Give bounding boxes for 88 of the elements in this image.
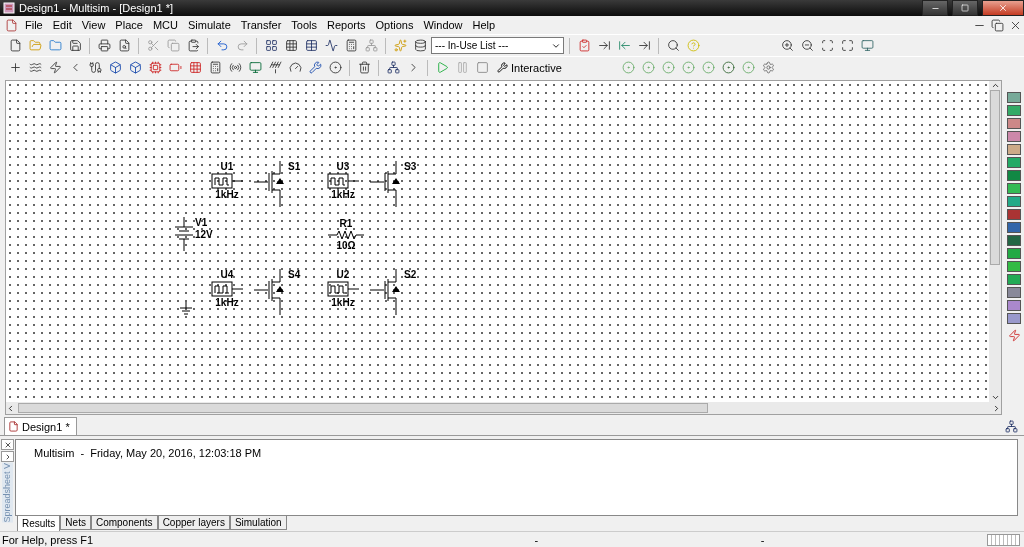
window-title: Design1 - Multisim - [Design1 *] <box>19 2 175 14</box>
pulse-source-symbol <box>211 281 243 297</box>
instrument-icon[interactable] <box>1007 313 1021 324</box>
spreadsheet-tab[interactable]: Components <box>90 516 158 530</box>
pulse-source-symbol <box>327 173 359 189</box>
menu-item[interactable]: Options <box>370 18 419 32</box>
instrument-icon[interactable] <box>1007 183 1021 194</box>
horizontal-scrollbar[interactable] <box>6 402 1001 414</box>
part-value: 1kHz <box>331 297 355 309</box>
pulse-source-symbol <box>327 281 359 297</box>
part-value: 10Ω <box>336 240 356 252</box>
scroll-down-icon[interactable] <box>990 393 1000 402</box>
part-reference: V1 <box>195 217 209 229</box>
menu-item[interactable]: Tools <box>286 18 322 32</box>
instrument-icon[interactable] <box>1007 157 1021 168</box>
scroll-right-icon[interactable] <box>992 403 1001 413</box>
part-reference: U3 <box>336 161 350 173</box>
battery-symbol <box>173 217 195 251</box>
instrument-icon[interactable] <box>1007 287 1021 298</box>
spreadsheet-tab[interactable]: Simulation <box>229 516 287 530</box>
menu-item[interactable]: Edit <box>47 18 77 32</box>
cpu-icon[interactable] <box>146 58 164 77</box>
progress-indicator <box>987 533 1020 546</box>
spreadsheet-tab[interactable]: Copper layers <box>157 516 230 530</box>
part-reference: U4 <box>220 269 234 281</box>
status-field: - <box>534 533 761 546</box>
maximize-icon <box>961 4 969 12</box>
wrench-icon[interactable] <box>306 58 324 77</box>
instrument-icon[interactable] <box>1007 261 1021 272</box>
output-message: Multisim - Friday, May 20, 2016, 12:03:18 PM <box>34 447 262 459</box>
close-icon <box>998 3 1008 13</box>
part-reference: S4 <box>288 269 301 281</box>
expand-button[interactable] <box>1 451 14 462</box>
part-value: 1kHz <box>215 297 239 309</box>
menu-item[interactable]: Simulate <box>182 18 236 32</box>
vertical-scrollbar[interactable] <box>989 81 1001 402</box>
part-value: 1kHz <box>215 189 239 201</box>
close-button[interactable] <box>1 439 14 450</box>
menu-item[interactable]: MCU <box>147 18 183 32</box>
instrument-icon[interactable] <box>1007 196 1021 207</box>
wrench-icon <box>497 62 508 73</box>
menu-item[interactable]: Help <box>467 18 501 32</box>
design-tab[interactable]: Design1 * <box>4 417 77 435</box>
instrument-icon[interactable] <box>1007 300 1021 311</box>
spreadsheet-view-label: Spreadsheet V <box>2 463 13 523</box>
menu-item[interactable]: Window <box>418 18 468 32</box>
pulse-source-symbol <box>211 173 243 189</box>
part-reference: S3 <box>404 161 417 173</box>
scroll-left-icon[interactable] <box>6 403 15 413</box>
printer-icon[interactable] <box>95 36 113 55</box>
instrument-icon[interactable] <box>1007 118 1021 129</box>
status-help-text: For Help, press F1 <box>1 533 95 546</box>
instrument-icon[interactable] <box>1007 248 1021 259</box>
resistor-symbol <box>328 230 364 240</box>
menu-item[interactable]: View <box>76 18 111 32</box>
instrument-icon[interactable] <box>1007 105 1021 116</box>
part-reference: U1 <box>220 161 234 173</box>
network-icon[interactable] <box>384 58 402 77</box>
part-reference: U2 <box>336 269 350 281</box>
instrument-icon[interactable] <box>1007 92 1021 103</box>
network-icon[interactable] <box>1002 417 1020 435</box>
scroll-up-icon[interactable] <box>990 81 1000 90</box>
target-icon[interactable] <box>326 58 344 77</box>
menu-item[interactable]: File <box>20 18 48 32</box>
instrument-icon[interactable] <box>1007 144 1021 155</box>
part-reference: S2 <box>404 269 417 281</box>
in-use-list-dropdown[interactable]: --- In-Use List --- <box>431 37 564 54</box>
instrument-icon[interactable] <box>1007 131 1021 142</box>
restore-icon[interactable] <box>988 16 1006 34</box>
menu-item[interactable]: Reports <box>322 18 371 32</box>
maximize-button[interactable] <box>952 0 978 16</box>
part-value: 1kHz <box>331 189 355 201</box>
close-icon <box>3 440 12 449</box>
ground-symbol <box>179 302 193 316</box>
part-reference: S1 <box>288 161 301 173</box>
menu-item[interactable]: Transfer <box>235 18 287 32</box>
spreadsheet-tab[interactable]: Results <box>17 516 61 532</box>
instrument-icon[interactable] <box>1007 274 1021 285</box>
minimize-button[interactable] <box>922 0 948 16</box>
interactive-button[interactable]: Interactive <box>493 59 566 76</box>
document-icon <box>8 421 19 432</box>
status-field: - <box>760 533 988 546</box>
part-reference: R1 <box>339 218 353 230</box>
app-logo-icon <box>3 2 15 14</box>
menu-item[interactable]: Place <box>110 18 148 32</box>
spreadsheet-tab[interactable]: Nets <box>60 516 91 530</box>
close-button[interactable] <box>982 0 1024 16</box>
part-value: 12V <box>195 229 213 241</box>
